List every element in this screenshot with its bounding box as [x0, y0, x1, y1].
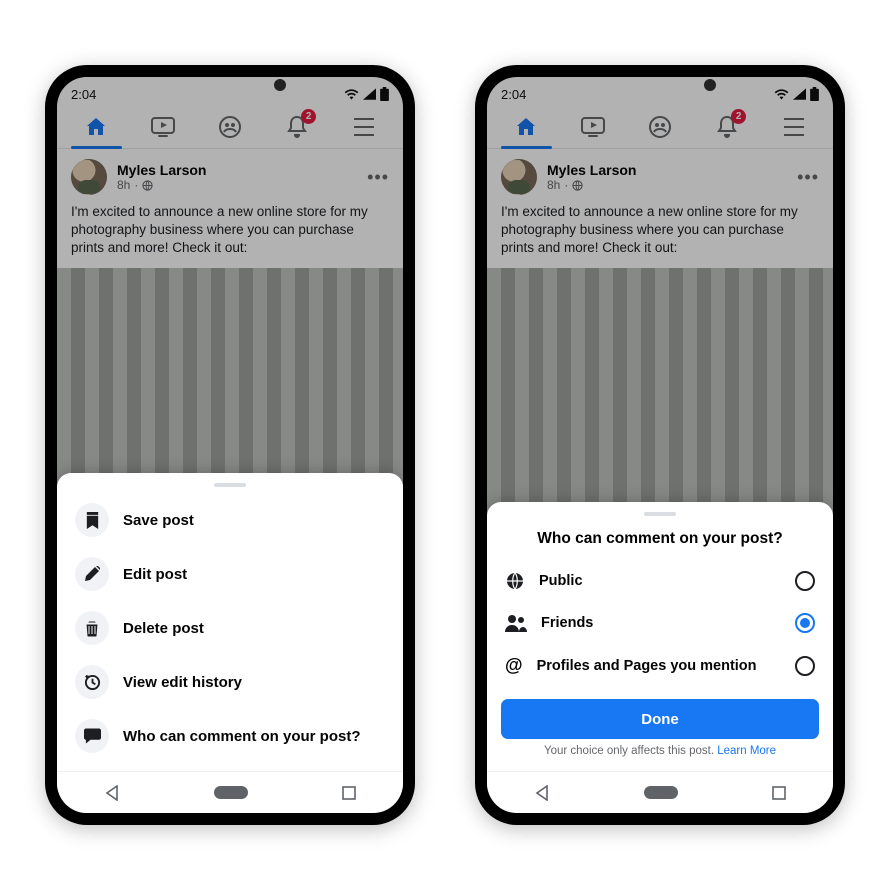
menu-who-can-comment[interactable]: Who can comment on your post?	[57, 709, 403, 763]
footnote-text: Your choice only affects this post.	[544, 745, 714, 757]
action-sheet: Save post Edit post Delete post View edi…	[57, 473, 403, 771]
nav-back-icon[interactable]	[104, 785, 120, 801]
mention-icon: @	[505, 655, 523, 676]
history-icon	[75, 665, 109, 699]
option-public[interactable]: Public	[487, 560, 833, 602]
menu-edit-post[interactable]: Edit post	[57, 547, 403, 601]
android-nav	[487, 771, 833, 813]
done-button[interactable]: Done	[501, 699, 819, 739]
menu-label: View edit history	[123, 674, 242, 691]
sheet-grab-handle[interactable]	[644, 512, 676, 516]
menu-view-history[interactable]: View edit history	[57, 655, 403, 709]
phone-right: 2:04 2	[475, 65, 845, 825]
android-nav	[57, 771, 403, 813]
radio-unselected[interactable]	[795, 656, 815, 676]
radio-unselected[interactable]	[795, 571, 815, 591]
menu-delete-post[interactable]: Delete post	[57, 601, 403, 655]
comment-icon	[75, 719, 109, 753]
trash-icon	[75, 611, 109, 645]
sheet-grab-handle[interactable]	[214, 483, 246, 487]
menu-save-post[interactable]: Save post	[57, 493, 403, 547]
phone-left: 2:04 2	[45, 65, 415, 825]
menu-label: Edit post	[123, 566, 187, 583]
option-label: Friends	[541, 615, 781, 631]
option-label: Public	[539, 573, 781, 589]
learn-more-link[interactable]: Learn More	[717, 745, 776, 757]
friends-icon	[505, 614, 527, 632]
option-friends[interactable]: Friends	[487, 602, 833, 644]
nav-back-icon[interactable]	[534, 785, 550, 801]
menu-label: Save post	[123, 512, 194, 529]
option-label: Profiles and Pages you mention	[537, 658, 781, 674]
nav-home-icon[interactable]	[214, 786, 248, 799]
pencil-icon	[75, 557, 109, 591]
globe-icon	[505, 571, 525, 591]
comment-audience-sheet: Who can comment on your post? Public Fri…	[487, 502, 833, 771]
sheet-footnote: Your choice only affects this post. Lear…	[487, 745, 833, 763]
radio-selected[interactable]	[795, 613, 815, 633]
bookmark-icon	[75, 503, 109, 537]
sheet-title: Who can comment on your post?	[487, 522, 833, 560]
screen: 2:04 2	[487, 77, 833, 813]
nav-recent-icon[interactable]	[342, 786, 356, 800]
menu-label: Who can comment on your post?	[123, 728, 361, 745]
nav-home-icon[interactable]	[644, 786, 678, 799]
option-mentions[interactable]: @ Profiles and Pages you mention	[487, 644, 833, 687]
screen: 2:04 2	[57, 77, 403, 813]
nav-recent-icon[interactable]	[772, 786, 786, 800]
menu-label: Delete post	[123, 620, 204, 637]
